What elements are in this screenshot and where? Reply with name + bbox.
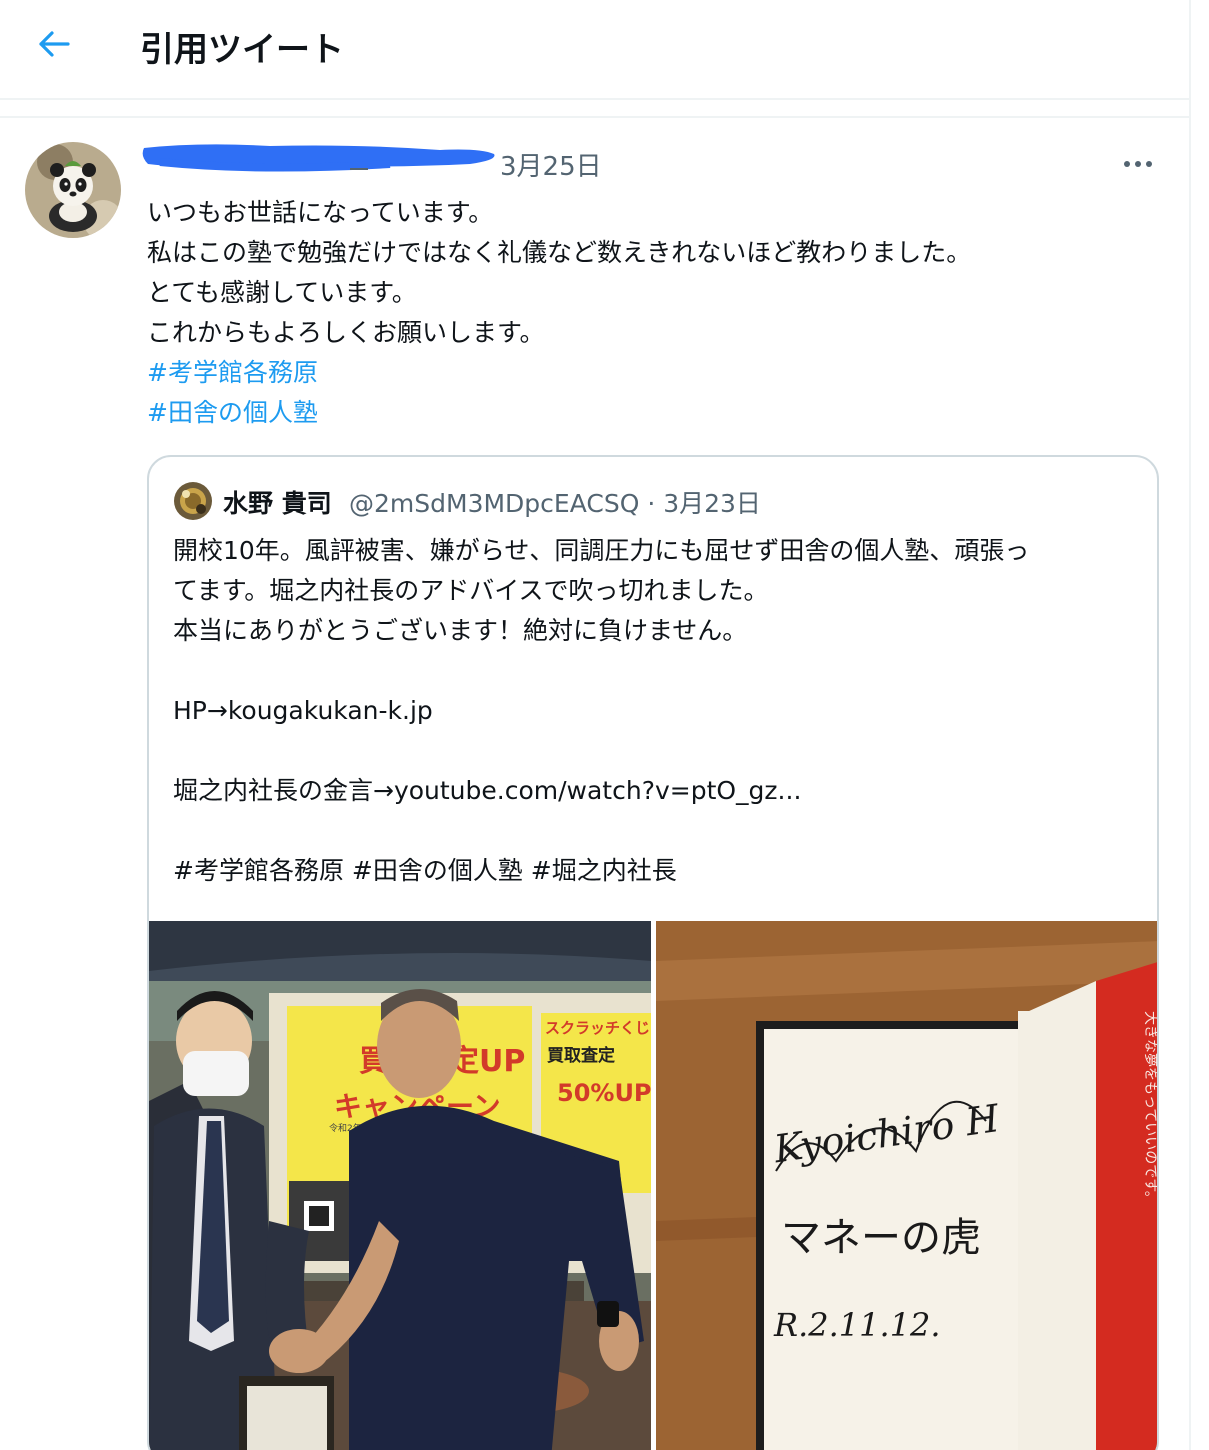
quoted-link-line: HP→kougakukan-k.jp <box>173 696 433 725</box>
sign-right-mid-text: 買取査定 <box>547 1045 615 1066</box>
quoted-link-line: 堀之内社長の金言→youtube.com/watch?v=ptO_gz... <box>173 776 802 805</box>
tweet-line: 私はこの塾で勉強だけではなく礼儀など数えきれないほど教わりました。 <box>147 238 972 267</box>
quoted-line: てます。堀之内社長のアドバイスで吹っ切れました。 <box>173 576 769 605</box>
quoted-line <box>173 731 1143 771</box>
quoted-avatar-icon <box>174 482 212 520</box>
quoted-text: 開校10年。風評被害、嫌がらせ、同調圧力にも屈せず田舎の個人塾、頑張っ てます。… <box>173 531 1143 891</box>
quoted-author-name[interactable]: 水野 貴司 <box>223 484 332 520</box>
more-options-button[interactable] <box>1112 146 1164 182</box>
photo-handshake[interactable]: 買取査定UP キャンペーン 令和2年10月29日 スクラッチくじ 買取査定 50… <box>149 921 651 1450</box>
tweet-line: とても感謝しています。 <box>147 278 417 307</box>
avatar[interactable] <box>25 142 121 238</box>
tweet-line: これからもよろしくお願いします。 <box>147 318 545 347</box>
header-divider <box>0 98 1189 100</box>
more-icon <box>1124 161 1152 167</box>
quoted-tweet[interactable]: 水野 貴司 @2mSdM3MDpcEACSQ · 3月23日 開校10年。風評被… <box>147 455 1159 1450</box>
sign-right-pct-text: 50%UP <box>557 1079 651 1107</box>
tweet-divider <box>0 116 1189 118</box>
hashtag-link[interactable]: #田舎の個人塾 <box>147 398 318 427</box>
page-title: 引用ツイート <box>140 30 344 70</box>
quoted-handle-date: @2mSdM3MDpcEACSQ · 3月23日 <box>349 489 761 518</box>
quoted-hashtags-line: #考学館各務原 #田舎の個人塾 #堀之内社長 <box>173 856 677 885</box>
quoted-line <box>173 651 1143 691</box>
back-button[interactable] <box>28 20 80 68</box>
column-border <box>1189 0 1191 1450</box>
quoted-line: 本当にありがとうございます！絶対に負けません。 <box>173 616 748 645</box>
quoted-line <box>173 811 1143 851</box>
tweet-line: いつもお世話になっています。 <box>147 198 494 227</box>
hashtag-link[interactable]: #考学館各務原 <box>147 358 318 387</box>
quoted-avatar <box>174 482 212 520</box>
page-header: 引用ツイート <box>0 0 1189 90</box>
redacted-username <box>140 142 498 172</box>
panda-avatar-icon <box>25 142 121 238</box>
photo-signed-book[interactable]: 大きな夢をもっていいのです。 Kyoichiro H マネーの虎 R.2.11.… <box>656 921 1158 1450</box>
book-title-text: マネーの虎 <box>781 1215 981 1261</box>
back-arrow-icon <box>39 31 70 57</box>
tweet-text: いつもお世話になっています。 私はこの塾で勉強だけではなく礼儀など数えきれないほ… <box>147 193 1167 433</box>
sign-right-top-text: スクラッチくじ <box>545 1019 650 1037</box>
tweet-date[interactable]: 3月25日 <box>500 146 602 183</box>
sign-date-text: R.2.11.12. <box>773 1306 941 1344</box>
quoted-line: 開校10年。風評被害、嫌がらせ、同調圧力にも屈せず田舎の個人塾、頑張っ <box>173 536 1030 565</box>
quoted-media: 買取査定UP キャンペーン 令和2年10月29日 スクラッチくじ 買取査定 50… <box>149 921 1158 1450</box>
book-spine-text: 大きな夢をもっていいのです。 <box>1142 1011 1158 1205</box>
